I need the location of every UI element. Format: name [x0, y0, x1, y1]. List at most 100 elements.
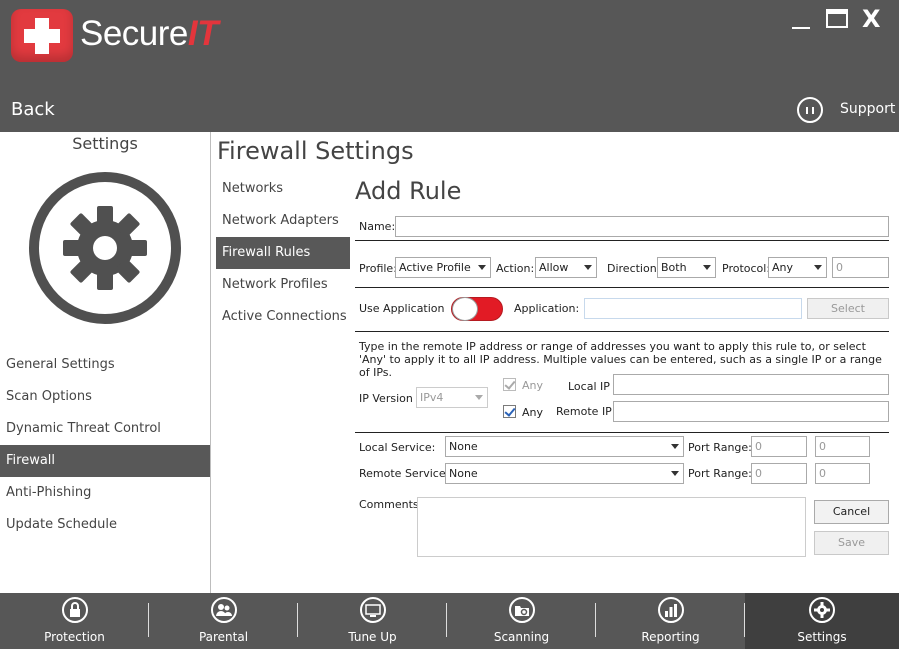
profile-select[interactable]: Active Profile [395, 257, 491, 278]
application-label: Application: [514, 302, 580, 315]
cancel-button[interactable]: Cancel [814, 500, 889, 524]
chevron-down-icon [580, 258, 596, 277]
use-application-label: Use Application [359, 302, 445, 315]
local-service-select[interactable]: None [445, 436, 684, 457]
save-button[interactable]: Save [814, 531, 889, 555]
back-button[interactable]: Back [11, 99, 55, 120]
name-label: Name: [359, 220, 396, 233]
ip-version-select[interactable]: IPv4 [416, 387, 488, 408]
sidebar-item-update-schedule[interactable]: Update Schedule [0, 509, 210, 541]
bottom-nav: Protection Parental Tune Up Scanning Rep… [0, 593, 899, 649]
remote-port-to-input[interactable]: 0 [815, 463, 870, 484]
divider [355, 240, 889, 241]
minimize-icon[interactable] [792, 6, 812, 34]
nav-label: Parental [198, 630, 249, 644]
select-application-button[interactable]: Select [807, 298, 889, 319]
comments-label: Comments: [359, 498, 423, 511]
nav-parental[interactable]: Parental [149, 593, 298, 649]
logo-cross-icon [11, 9, 73, 62]
remote-ip-input[interactable] [613, 401, 889, 422]
local-service-label: Local Service: [359, 441, 436, 454]
local-ip-any-label: Any [522, 379, 544, 392]
nav-label: Reporting [641, 630, 700, 644]
divider [355, 287, 889, 288]
support-icon[interactable] [797, 97, 823, 123]
settings-sidebar: Settings General Settings Scan Options D… [0, 132, 211, 593]
action-select[interactable]: Allow [535, 257, 597, 278]
action-label: Action: [496, 262, 535, 275]
users-icon [211, 597, 237, 623]
nav-label: Settings [797, 630, 847, 644]
protocol-select[interactable]: Any [768, 257, 827, 278]
remote-ip-label: Remote IP [556, 405, 612, 418]
remote-ip-any-checkbox[interactable] [503, 405, 516, 418]
sidebar-item-firewall[interactable]: Firewall [0, 445, 210, 477]
protocol-number-input[interactable]: 0 [832, 257, 889, 278]
app-header: SecureIT X Back Support [0, 0, 899, 132]
chevron-down-icon [474, 258, 490, 277]
action-value: Allow [539, 261, 569, 274]
sidebar-item-scan-options[interactable]: Scan Options [0, 381, 210, 413]
local-service-value: None [449, 440, 478, 453]
sidebar-item-anti-phishing[interactable]: Anti-Phishing [0, 477, 210, 509]
sidebar-item-general-settings[interactable]: General Settings [0, 349, 210, 381]
subnav-networks[interactable]: Networks [216, 173, 350, 205]
direction-value: Both [661, 261, 687, 274]
remote-port-from-input[interactable]: 0 [751, 463, 807, 484]
local-port-to-input[interactable]: 0 [815, 436, 870, 457]
local-ip-any-checkbox[interactable] [503, 378, 516, 391]
nav-scanning[interactable]: Scanning [447, 593, 596, 649]
local-port-range-label: Port Range: [688, 441, 752, 454]
comments-textarea[interactable] [417, 497, 806, 557]
nav-label: Scanning [493, 630, 550, 644]
remote-ip-any-label: Any [522, 406, 544, 419]
divider [355, 331, 889, 332]
direction-select[interactable]: Both [657, 257, 716, 278]
nav-settings[interactable]: Settings [745, 593, 899, 649]
lock-icon [62, 597, 88, 623]
nav-reporting[interactable]: Reporting [596, 593, 745, 649]
profile-value: Active Profile [399, 261, 471, 274]
close-button[interactable]: X [862, 4, 881, 34]
folder-search-icon [509, 597, 535, 623]
sidebar-item-dynamic-threat-control[interactable]: Dynamic Threat Control [0, 413, 210, 445]
protocol-value: Any [772, 261, 794, 274]
chevron-down-icon [699, 258, 715, 277]
remote-service-select[interactable]: None [445, 463, 684, 484]
local-port-from-input[interactable]: 0 [751, 436, 807, 457]
profile-label: Profile: [359, 262, 397, 275]
subnav-firewall-rules[interactable]: Firewall Rules [216, 237, 350, 269]
toggle-knob [452, 297, 478, 321]
local-ip-input[interactable] [613, 374, 889, 395]
subnav-active-connections[interactable]: Active Connections [216, 301, 350, 333]
maximize-icon[interactable] [826, 9, 848, 28]
chevron-down-icon [810, 258, 826, 277]
nav-label: Tune Up [348, 630, 397, 644]
ip-version-value: IPv4 [420, 391, 444, 404]
remote-service-value: None [449, 467, 478, 480]
nav-label: Protection [44, 630, 105, 644]
remote-service-label: Remote Service: [359, 467, 450, 480]
nav-tune-up[interactable]: Tune Up [298, 593, 447, 649]
sidebar-title: Settings [72, 134, 138, 153]
direction-label: Direction: [607, 262, 661, 275]
local-ip-label: Local IP [568, 380, 610, 393]
divider [355, 432, 889, 433]
subnav-network-profiles[interactable]: Network Profiles [216, 269, 350, 301]
use-application-toggle[interactable] [451, 297, 503, 321]
page-title: Firewall Settings [217, 137, 414, 165]
support-link[interactable]: Support [840, 101, 895, 117]
chevron-down-icon [471, 388, 487, 407]
monitor-icon [360, 597, 386, 623]
settings-gear-icon [29, 172, 181, 324]
name-input[interactable] [395, 216, 889, 237]
section-title: Add Rule [355, 177, 462, 205]
application-input[interactable] [584, 298, 802, 319]
brand-name: SecureIT [80, 14, 219, 53]
protocol-label: Protocol: [722, 262, 771, 275]
remote-port-range-label: Port Range: [688, 467, 752, 480]
nav-protection[interactable]: Protection [0, 593, 149, 649]
bar-chart-icon [658, 597, 684, 623]
chevron-down-icon [667, 464, 683, 483]
subnav-network-adapters[interactable]: Network Adapters [216, 205, 350, 237]
